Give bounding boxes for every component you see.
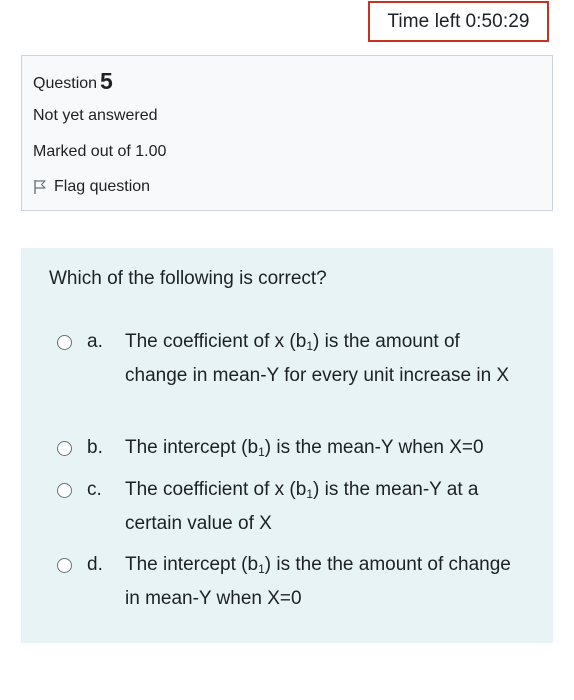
question-text: Which of the following is correct? [49, 268, 327, 289]
question-info-panel: Question 5 Not yet answered Marked out of… [21, 55, 553, 211]
answer-letter: c. [87, 479, 102, 500]
quiz-page: Time left 0:50:29 Question 5 Not yet answ… [0, 0, 574, 700]
answer-option-b[interactable]: b. The intercept (b1) is the mean-Y when… [57, 433, 527, 463]
question-content: Which of the following is correct? a. Th… [21, 248, 553, 643]
timer-value: 0:50:29 [465, 10, 530, 32]
flag-icon [34, 180, 46, 194]
answer-option-c[interactable]: c. The coefficient of x (b1) is the mean… [57, 475, 527, 535]
radio-button-a[interactable] [57, 335, 72, 350]
question-number: Question 5 [33, 68, 113, 95]
flag-question-label: Flag question [54, 178, 151, 195]
time-left-timer: Time left 0:50:29 [368, 1, 549, 42]
flag-question-link[interactable]: Flag question [33, 178, 150, 196]
answer-option-a[interactable]: a. The coefficient of x (b1) is the amou… [57, 327, 527, 419]
answer-text: The intercept (b1) is the mean-Y when X=… [125, 437, 484, 459]
answer-letter: b. [87, 437, 103, 458]
answer-text: The coefficient of x (b1) is the amount … [125, 331, 510, 386]
question-number-label: Question [33, 75, 98, 92]
question-state: Not yet answered [33, 107, 158, 124]
answer-text: The intercept (b1) is the the amount of … [125, 554, 511, 609]
answer-text: The coefficient of x (b1) is the mean-Y … [125, 479, 479, 534]
question-number-value: 5 [100, 68, 113, 94]
radio-button-d[interactable] [57, 558, 72, 573]
question-grade: Marked out of 1.00 [33, 143, 167, 160]
answer-letter: a. [87, 331, 103, 352]
timer-label: Time left [387, 10, 461, 32]
answer-letter: d. [87, 554, 103, 575]
radio-button-c[interactable] [57, 483, 72, 498]
radio-button-b[interactable] [57, 441, 72, 456]
answer-option-d[interactable]: d. The intercept (b1) is the the amount … [57, 550, 527, 610]
